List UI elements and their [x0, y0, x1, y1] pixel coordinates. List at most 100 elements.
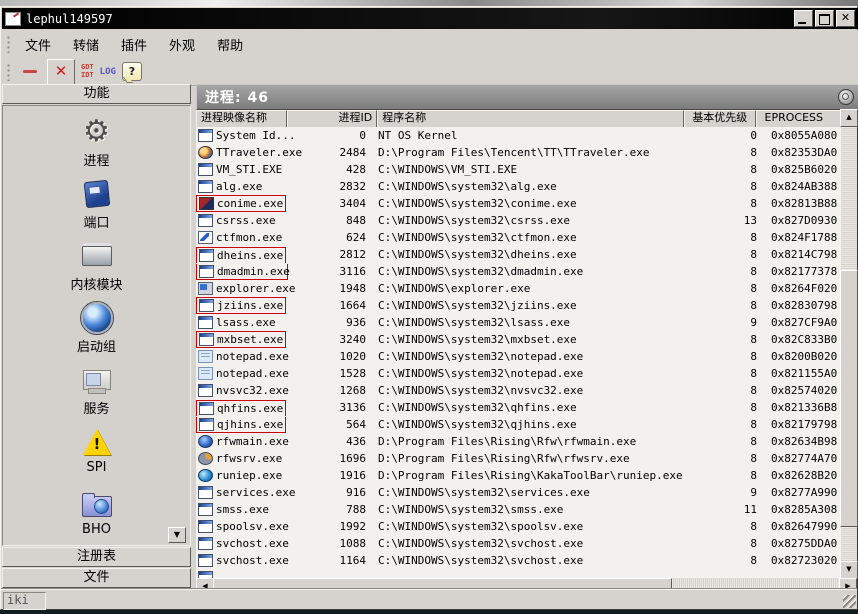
- table-row[interactable]: lsass.exe 936 C:\WINDOWS\system32\lsass.ex…: [196, 314, 841, 331]
- table-row[interactable]: notepad.exe 1528 C:\WINDOWS\system32\notep…: [196, 365, 841, 382]
- table-row[interactable]: csrss.exe 848 C:\WINDOWS\system32\csrss.ex…: [196, 212, 841, 229]
- sidebar-item-bho[interactable]: BHO: [3, 482, 190, 544]
- table-row[interactable]: svchost.exe 1088 C:\WINDOWS\system32\svcho…: [196, 535, 841, 552]
- explorer-icon: [198, 282, 213, 295]
- conime-icon: [199, 197, 214, 210]
- sidebar-item-port[interactable]: 端口: [3, 172, 190, 234]
- cell-path: C:\WINDOWS\system32\notepad.exe: [378, 350, 584, 363]
- red-mark-box: conime.exe: [196, 195, 287, 212]
- red-mark-box: mxbset.exe: [196, 331, 287, 348]
- name-wrap: services.exe: [196, 485, 297, 500]
- cell-pid: 788: [346, 503, 366, 516]
- desktop-bottom-strip: [0, 610, 858, 614]
- menu-item-dump[interactable]: 转储: [64, 32, 108, 57]
- table-row[interactable]: smss.exe 788 C:\WINDOWS\system32\smss.exe 1…: [196, 501, 841, 518]
- table-row[interactable]: rfwsrv.exe 1696 D:\Program Files\Rising\Rf…: [196, 450, 841, 467]
- table-row[interactable]: runiep.exe 1916 D:\Program Files\Rising\Ka…: [196, 467, 841, 484]
- table-row[interactable]: spoolsv.exe 1992 C:\WINDOWS\system32\spool…: [196, 518, 841, 535]
- resize-grip[interactable]: [843, 595, 856, 608]
- table-row[interactable]: dheins.exe 2812 C:\WINDOWS\system32\dheins…: [196, 246, 841, 263]
- table-row[interactable]: VM_STI.EXE 428 C:\WINDOWS\VM_STI.EXE 8 0x825…: [196, 161, 841, 178]
- cell-eprocess: 0x821336B8: [771, 401, 838, 414]
- window-icon: [199, 299, 214, 312]
- cell-path: C:\WINDOWS\system32\spoolsv.exe: [378, 520, 584, 533]
- menu-item-appearance[interactable]: 外观: [160, 32, 204, 57]
- cell-eprocess: 0x821155A0: [771, 367, 838, 380]
- table-row[interactable]: ctfmon.exe 624 C:\WINDOWS\system32\ctfmon.…: [196, 229, 841, 246]
- cell-eprocess: 0x824F1788: [771, 231, 838, 244]
- table-row[interactable]: dmadmin.exe 3116 C:\WINDOWS\system32\dmadm…: [196, 263, 841, 280]
- window-icon: [199, 401, 214, 415]
- sidebar-section-functions[interactable]: 功能: [2, 84, 191, 104]
- menu-item-plugin[interactable]: 插件: [112, 32, 156, 57]
- cell-priority: 8: [750, 435, 757, 448]
- table-row[interactable]: rfwmain.exe 436 D:\Program Files\Rising\Rf…: [196, 433, 841, 450]
- menu-item-help[interactable]: 帮助: [208, 32, 252, 57]
- gdt-idt-tool-button[interactable]: GDT IDT: [81, 60, 94, 84]
- sidebar-section-registry[interactable]: 注册表: [2, 547, 191, 567]
- window-icon: [198, 486, 213, 499]
- table-row[interactable]: svchost.exe 1164 C:\WINDOWS\system32\svcho…: [196, 552, 841, 569]
- scroll-down-button[interactable]: ▼: [840, 561, 858, 579]
- table-row[interactable]: explorer.exe 1948 C:\WINDOWS\explorer.exe 8…: [196, 280, 841, 297]
- cell-pid: 1948: [339, 282, 367, 295]
- table-row[interactable]: TTraveler.exe 2484 D:\Program Files\Tencen…: [196, 144, 841, 161]
- process-name: spoolsv.exe: [216, 520, 289, 533]
- sidebar-item-spi[interactable]: SPI: [3, 420, 190, 482]
- window-icon: [199, 333, 214, 346]
- help-tool-button[interactable]: ?: [121, 62, 142, 81]
- cell-name: VM_STI.EXE: [196, 161, 284, 178]
- close-button[interactable]: ✕: [836, 10, 855, 27]
- ie-icon: [198, 469, 213, 482]
- terminate-tool-button[interactable]: ✕: [47, 58, 75, 85]
- cell-name: alg.exe: [196, 178, 284, 195]
- cell-eprocess: 0x82C833B0: [771, 333, 838, 346]
- cell-priority: 8: [750, 197, 757, 210]
- rising-globe-icon: [198, 435, 213, 448]
- table-row[interactable]: System Id... 0 NT OS Kernel 0 0x8055A080: [196, 127, 841, 144]
- vertical-scrollbar[interactable]: ▲ ▼: [840, 109, 858, 579]
- cell-priority: 8: [750, 180, 757, 193]
- cell-name: spoolsv.exe: [196, 518, 289, 535]
- table-row[interactable]: services.exe 916 C:\WINDOWS\system32\servi…: [196, 484, 841, 501]
- menu-item-file[interactable]: 文件: [16, 32, 60, 57]
- sidebar-section-files[interactable]: 文件: [2, 568, 191, 588]
- cell-name: nvsvc32.exe: [196, 382, 289, 399]
- cell-name: [196, 569, 284, 578]
- process-name: lsass.exe: [216, 316, 276, 329]
- cell-priority: 8: [750, 265, 757, 278]
- window-icon: [198, 384, 213, 397]
- cell-pid: 1992: [339, 520, 367, 533]
- maximize-button[interactable]: [815, 10, 834, 27]
- cell-pid: 3116: [339, 265, 367, 278]
- process-table-body: System Id... 0 NT OS Kernel 0 0x8055A080 TTra…: [196, 127, 841, 578]
- sidebar-item-process[interactable]: ⚙ 进程: [3, 110, 190, 172]
- table-row[interactable]: alg.exe 2832 C:\WINDOWS\system32\alg.exe 8 0…: [196, 178, 841, 195]
- minimize-button[interactable]: [794, 10, 813, 27]
- scroll-up-button[interactable]: ▲: [840, 109, 858, 127]
- cell-pid: 936: [346, 316, 366, 329]
- panel-badge-icon[interactable]: [838, 89, 854, 105]
- table-row[interactable]: [196, 569, 841, 578]
- sidebar-item-kernel-module[interactable]: 内核模块: [3, 234, 190, 296]
- table-row[interactable]: mxbset.exe 3240 C:\WINDOWS\system32\mxbset…: [196, 331, 841, 348]
- sidebar-item-startup-group[interactable]: 启动组: [3, 296, 190, 358]
- sidebar-scroll-down-button[interactable]: ▼: [168, 527, 186, 543]
- process-name: svchost.exe: [216, 537, 289, 550]
- cell-path: C:\WINDOWS\system32\alg.exe: [378, 180, 557, 193]
- log-tool-button[interactable]: LOG: [100, 60, 116, 84]
- window-icon: [198, 571, 213, 578]
- cell-priority: 9: [750, 316, 757, 329]
- table-row[interactable]: conime.exe 3404 C:\WINDOWS\system32\conime…: [196, 195, 841, 212]
- table-row[interactable]: qjhins.exe 564 C:\WINDOWS\system32\qjhins.…: [196, 416, 841, 433]
- vertical-scroll-thumb[interactable]: [840, 270, 858, 527]
- table-row[interactable]: jziins.exe 1664 C:\WINDOWS\system32\jziins…: [196, 297, 841, 314]
- table-row[interactable]: notepad.exe 1020 C:\WINDOWS\system32\notep…: [196, 348, 841, 365]
- cell-priority: 8: [750, 469, 757, 482]
- cell-priority: 8: [750, 452, 757, 465]
- cell-pid: 624: [346, 231, 366, 244]
- minus-tool-button[interactable]: [19, 60, 41, 84]
- table-row[interactable]: qhfins.exe 3136 C:\WINDOWS\system32\qhfins…: [196, 399, 841, 416]
- table-row[interactable]: nvsvc32.exe 1268 C:\WINDOWS\system32\nvsvc…: [196, 382, 841, 399]
- sidebar-item-services[interactable]: 服务: [3, 358, 190, 420]
